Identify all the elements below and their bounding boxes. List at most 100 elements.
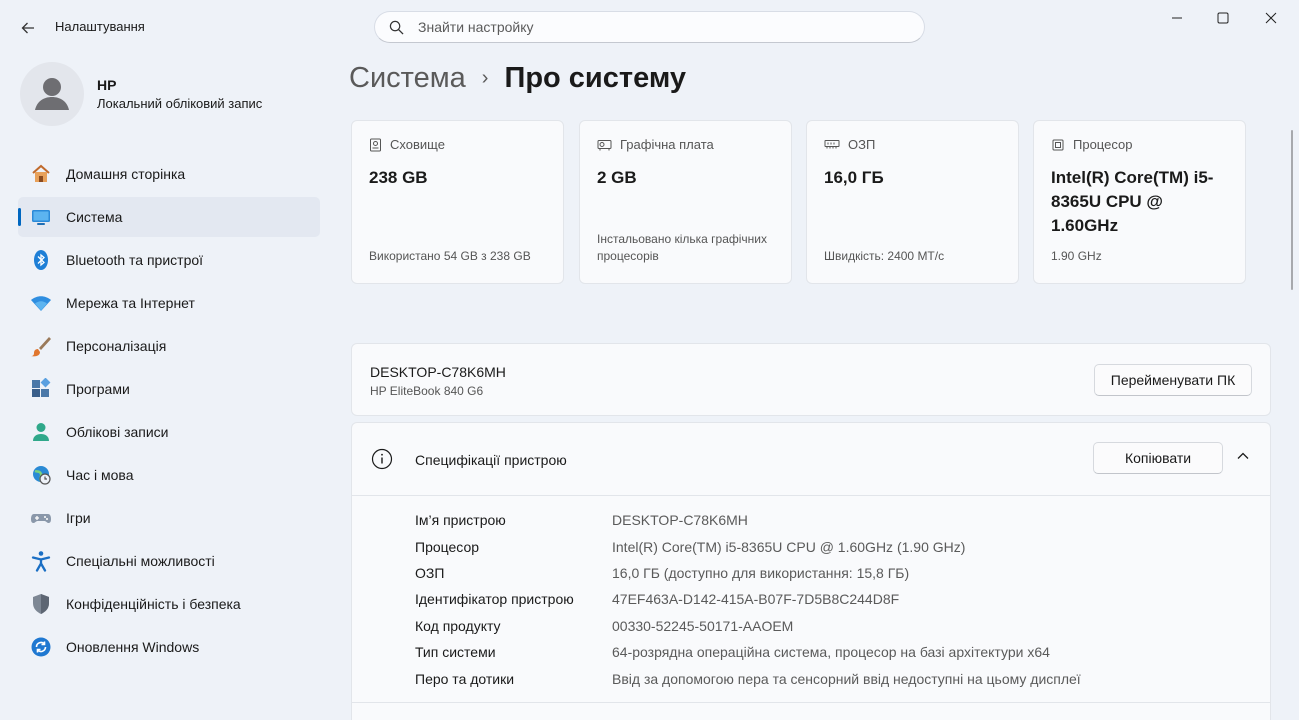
spec-key: Код продукту bbox=[415, 617, 501, 634]
card-footer: Використано 54 GB з 238 GB bbox=[369, 249, 531, 263]
device-specs-list: Ім’я пристрою DESKTOP-C78K6MH Процесор I… bbox=[415, 507, 1081, 692]
spec-row-device-id: Ідентифікатор пристрою 47EF463A-D142-415… bbox=[415, 586, 1081, 612]
spec-key: Ідентифікатор пристрою bbox=[415, 591, 574, 608]
storage-card[interactable]: Сховище 238 GB Використано 54 GB з 238 G… bbox=[351, 120, 564, 284]
spec-value: Intel(R) Core(TM) i5-8365U CPU @ 1.60GHz… bbox=[612, 538, 966, 555]
sidebar-item-label: Ігри bbox=[66, 510, 91, 526]
ram-card[interactable]: ОЗП 16,0 ГБ Швидкість: 2400 MT/с bbox=[806, 120, 1019, 284]
minimize-button[interactable] bbox=[1154, 4, 1200, 32]
card-value: 238 GB bbox=[369, 168, 428, 187]
spec-row-product-id: Код продукту 00330-52245-50171-AAOEM bbox=[415, 613, 1081, 639]
sidebar-item-label: Система bbox=[66, 209, 123, 225]
pc-model: HP EliteBook 840 G6 bbox=[370, 384, 484, 398]
sidebar-item-label: Персоналізація bbox=[66, 338, 167, 354]
device-specs-panel: Специфікації пристрою Копіювати Ім’я при… bbox=[351, 422, 1271, 720]
chevron-up-icon[interactable] bbox=[1236, 449, 1250, 463]
close-icon bbox=[1265, 12, 1277, 24]
maximize-button[interactable] bbox=[1200, 4, 1246, 32]
sidebar-item-home[interactable]: Домашня сторінка bbox=[18, 154, 320, 194]
back-button[interactable] bbox=[14, 14, 42, 42]
card-footer: Швидкість: 2400 MT/с bbox=[824, 249, 945, 263]
breadcrumb: Система › Про систему bbox=[349, 62, 686, 95]
gamepad-icon bbox=[30, 507, 52, 529]
scrollbar[interactable] bbox=[1291, 130, 1293, 290]
sidebar-item-accounts[interactable]: Облікові записи bbox=[18, 412, 320, 452]
card-title: ОЗП bbox=[848, 137, 876, 152]
gpu-icon bbox=[597, 139, 612, 150]
sidebar-item-accessibility[interactable]: Спеціальні можливості bbox=[18, 541, 320, 581]
wifi-icon bbox=[30, 292, 52, 314]
accounts-icon bbox=[30, 421, 52, 443]
brush-icon bbox=[30, 335, 52, 357]
device-specs-title: Специфікації пристрою bbox=[415, 452, 567, 468]
cpu-card[interactable]: Процесор Intel(R) Core(TM) i5-8365U CPU … bbox=[1033, 120, 1246, 284]
spec-value: Ввід за допомогою пера та сенсорний ввід… bbox=[612, 670, 1081, 687]
sidebar-item-label: Bluetooth та пристрої bbox=[66, 252, 204, 268]
device-specs-header[interactable]: Специфікації пристрою Копіювати bbox=[352, 423, 1270, 496]
sidebar-item-apps[interactable]: Програми bbox=[18, 369, 320, 409]
ram-icon bbox=[824, 140, 840, 149]
sidebar-item-gaming[interactable]: Ігри bbox=[18, 498, 320, 538]
info-icon bbox=[371, 448, 393, 470]
sidebar-item-label: Облікові записи bbox=[66, 424, 169, 440]
account-type: Локальний обліковий запис bbox=[97, 96, 263, 111]
card-title: Сховище bbox=[390, 137, 445, 152]
sidebar-item-bluetooth[interactable]: Bluetooth та пристрої bbox=[18, 240, 320, 280]
rename-pc-button[interactable]: Перейменувати ПК bbox=[1094, 364, 1252, 396]
windows-update-icon bbox=[30, 636, 52, 658]
accessibility-icon bbox=[30, 550, 52, 572]
spec-row-pen-touch: Перо та дотики Ввід за допомогою пера та… bbox=[415, 665, 1081, 691]
card-title: Графічна плата bbox=[620, 137, 714, 152]
sidebar-item-personalization[interactable]: Персоналізація bbox=[18, 326, 320, 366]
spec-key: Перо та дотики bbox=[415, 670, 515, 687]
home-icon bbox=[30, 163, 52, 185]
spec-value: 47EF463A-D142-415A-B07F-7D5B8C244D8F bbox=[612, 591, 900, 608]
avatar bbox=[20, 62, 84, 126]
shield-icon bbox=[30, 593, 52, 615]
sidebar-item-label: Час і мова bbox=[66, 467, 134, 483]
spec-key: Ім’я пристрою bbox=[415, 512, 506, 529]
card-value: 2 GB bbox=[597, 168, 637, 187]
spec-row-ram: ОЗП 16,0 ГБ (доступно для використання: … bbox=[415, 560, 1081, 586]
cpu-icon bbox=[1052, 139, 1064, 150]
bluetooth-icon bbox=[30, 249, 52, 271]
apps-icon bbox=[30, 378, 52, 400]
pc-name-panel: DESKTOP-C78K6MH HP EliteBook 840 G6 Пере… bbox=[351, 343, 1271, 416]
spec-row-processor: Процесор Intel(R) Core(TM) i5-8365U CPU … bbox=[415, 533, 1081, 559]
sidebar-item-system[interactable]: Система bbox=[18, 197, 320, 237]
close-button[interactable] bbox=[1248, 4, 1294, 32]
card-value: 16,0 ГБ bbox=[824, 168, 884, 187]
time-language-icon bbox=[30, 464, 52, 486]
user-avatar-icon bbox=[35, 78, 69, 110]
sidebar-item-label: Мережа та Інтернет bbox=[66, 295, 195, 311]
minimize-icon bbox=[1172, 17, 1182, 19]
sidebar-item-network[interactable]: Мережа та Інтернет bbox=[18, 283, 320, 323]
spec-row-system-type: Тип системи 64-розрядна операційна систе… bbox=[415, 639, 1081, 665]
sidebar-item-label: Програми bbox=[66, 381, 130, 397]
card-value: Intel(R) Core(TM) i5-8365U CPU @ 1.60GHz bbox=[1051, 168, 1214, 235]
spec-key: ОЗП bbox=[415, 564, 445, 581]
card-title: Процесор bbox=[1073, 137, 1133, 152]
spec-key: Процесор bbox=[415, 538, 480, 555]
divider bbox=[352, 702, 1270, 703]
spec-key: Тип системи bbox=[415, 644, 496, 661]
sidebar-item-privacy[interactable]: Конфіденційність і безпека bbox=[18, 584, 320, 624]
page-title: Про систему bbox=[504, 62, 687, 94]
system-icon bbox=[30, 206, 52, 228]
chevron-right-icon: › bbox=[481, 67, 489, 89]
sidebar-item-time-language[interactable]: Час і мова bbox=[18, 455, 320, 495]
search-box[interactable] bbox=[374, 11, 925, 43]
sidebar-item-windows-update[interactable]: Оновлення Windows bbox=[18, 627, 320, 667]
spec-value: 16,0 ГБ (доступно для використання: 15,8… bbox=[612, 564, 910, 581]
card-footer: 1.90 GHz bbox=[1051, 249, 1102, 263]
sidebar-nav: Домашня сторінка Система Bluetooth та пр… bbox=[18, 154, 320, 670]
search-icon bbox=[389, 20, 404, 35]
search-input[interactable] bbox=[418, 19, 878, 35]
breadcrumb-parent[interactable]: Система bbox=[349, 62, 466, 95]
user-profile[interactable]: HP Локальний обліковий запис bbox=[20, 62, 262, 126]
profile-name: HP bbox=[97, 77, 117, 93]
card-footer: Інстальовано кілька графічних процесорів bbox=[597, 232, 768, 263]
title-bar: Налаштування bbox=[0, 0, 1299, 54]
copy-button[interactable]: Копіювати bbox=[1093, 442, 1223, 474]
gpu-card[interactable]: Графічна плата 2 GB Інстальовано кілька … bbox=[579, 120, 792, 284]
